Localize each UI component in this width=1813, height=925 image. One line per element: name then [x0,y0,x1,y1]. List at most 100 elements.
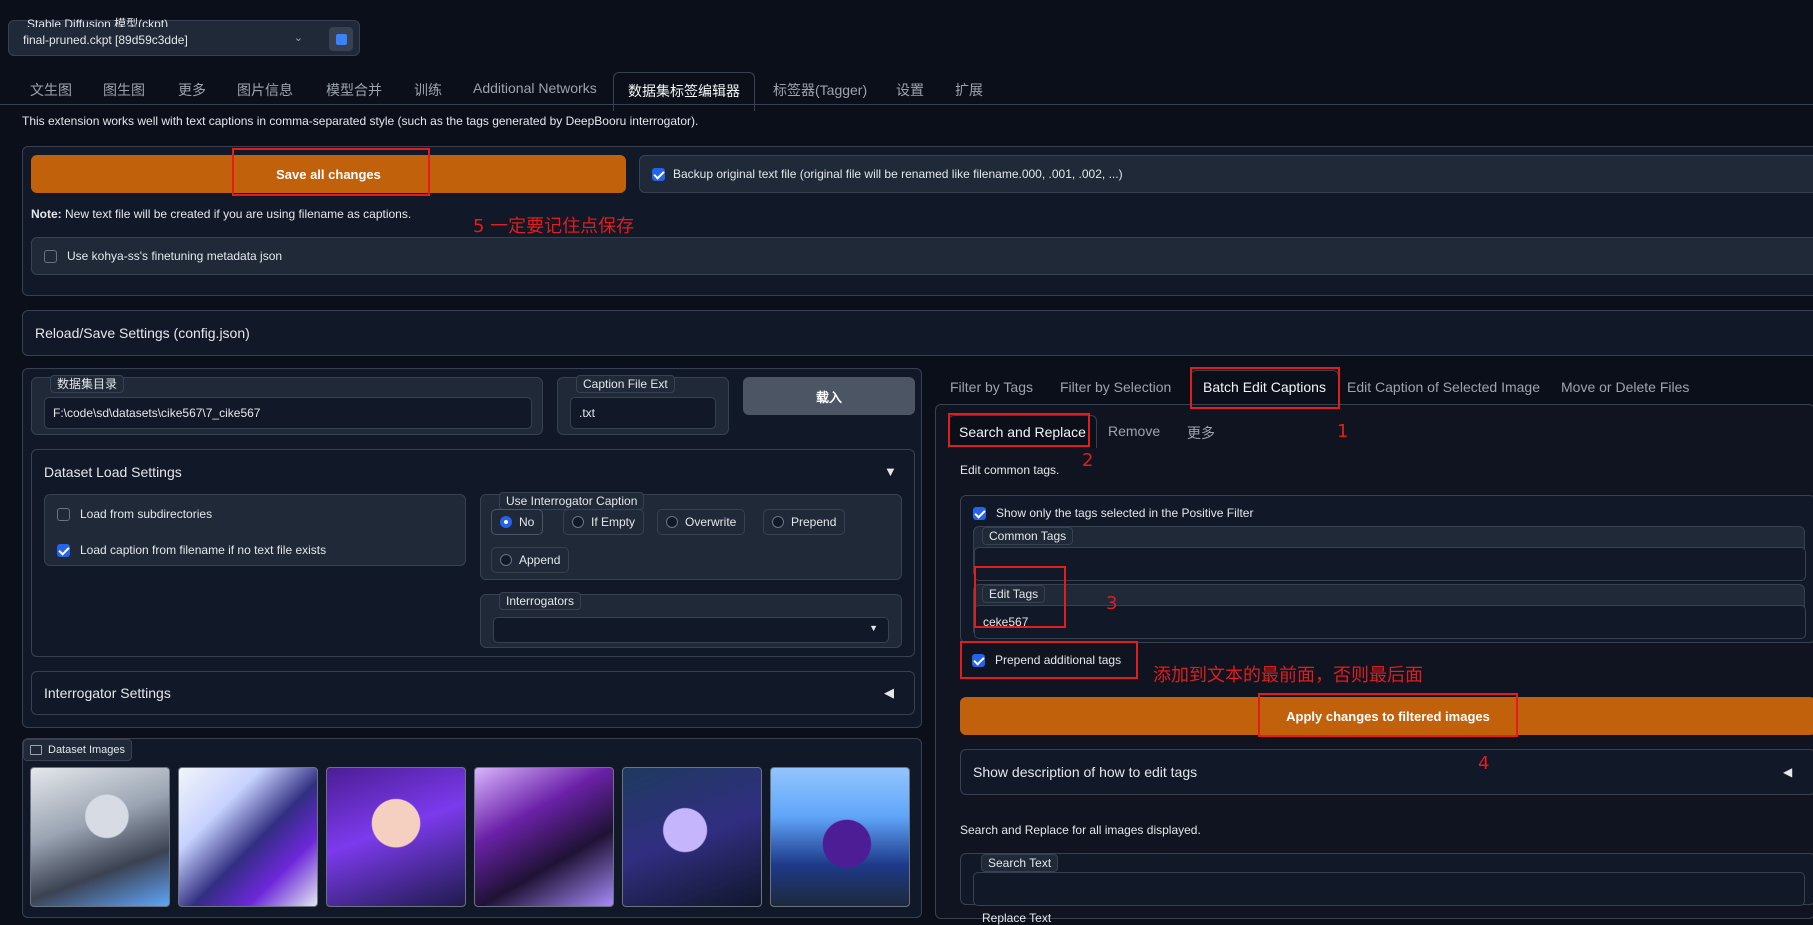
kohya-option[interactable]: Use kohya-ss's finetuning metadata json [31,237,1813,275]
caption-ext-input[interactable]: .txt [570,397,716,429]
main-tab-7[interactable]: 数据集标签编辑器 [613,72,755,111]
main-tab-8[interactable]: 标签器(Tagger) [773,80,867,100]
load-subdirs-option[interactable]: Load from subdirectories [57,507,212,521]
right-tab-filter-selection[interactable]: Filter by Selection [1060,379,1171,395]
radio-overwrite-label: Overwrite [685,515,737,529]
dataset-image-5[interactable] [622,767,762,907]
sub-tab-search-replace[interactable]: Search and Replace [948,415,1097,448]
dataset-images-tag: Dataset Images [23,739,133,761]
image-icon [30,745,42,755]
show-only-option[interactable]: Show only the tags selected in the Posit… [973,506,1253,520]
main-tab-1[interactable]: 图生图 [103,80,145,100]
right-tab-batch-edit[interactable]: Batch Edit Captions [1190,370,1339,405]
radio-prepend[interactable]: Prepend [763,509,846,535]
kohya-checkbox[interactable] [44,249,57,263]
save-all-button[interactable]: Save all changes [31,155,626,193]
dropdown-arrow-icon: ▼ [869,623,878,633]
kohya-label: Use kohya-ss's finetuning metadata json [67,249,283,263]
dataset-image-6[interactable] [770,767,910,907]
right-tab-move-delete[interactable]: Move or Delete Files [1561,379,1689,395]
intro-text: This extension works well with text capt… [22,114,699,128]
search-replace-desc: Search and Replace for all images displa… [960,823,1201,837]
dataset-image-4[interactable] [474,767,614,907]
main-tab-5[interactable]: 训练 [414,80,442,100]
radio-append-label: Append [519,553,561,567]
right-tab-edit-selected[interactable]: Edit Caption of Selected Image [1347,379,1540,395]
radio-overwrite[interactable]: Overwrite [657,509,746,535]
radio-overwrite-dot [666,516,678,528]
left-column: 数据集目录 F:\code\sd\datasets\cike567\7_cike… [22,368,922,728]
common-tags-field: Common Tags [973,526,1806,581]
load-options-box: Load from subdirectories Load caption fr… [44,494,466,566]
collapse-icon[interactable]: ▼ [884,464,897,479]
search-text-label: Search Text [981,854,1059,872]
backup-checkbox[interactable] [652,167,665,181]
radio-no[interactable]: No [491,509,544,535]
annotation-4: 4 [1478,753,1490,774]
radio-if-empty[interactable]: If Empty [563,509,645,535]
main-tab-2[interactable]: 更多 [178,80,206,100]
how-to-edit-accordion[interactable]: Show description of how to edit tags ◀ [960,749,1813,795]
radio-no-dot [500,516,512,528]
prepend-checkbox[interactable] [972,653,985,667]
show-only-checkbox[interactable] [973,506,986,520]
apply-changes-button[interactable]: Apply changes to filtered images [960,697,1813,735]
main-tab-0[interactable]: 文生图 [30,80,72,100]
main-tab-4[interactable]: 模型合并 [326,80,382,100]
interrogators-dropdown[interactable]: ▼ [493,617,889,643]
caption-ext-block: Caption File Ext .txt [557,375,729,435]
note-body: New text file will be created if you are… [61,207,412,221]
model-value: final-pruned.ckpt [89d59c3dde] [23,33,188,47]
load-subdirs-checkbox[interactable] [57,507,70,521]
interrogator-settings-title: Interrogator Settings [44,685,171,701]
interrogators-label: Interrogators [499,592,582,610]
dataset-load-settings: Dataset Load Settings ▼ Load from subdir… [31,449,915,657]
search-text-input[interactable] [973,872,1805,906]
how-to-edit-label: Show description of how to edit tags [973,764,1198,780]
prepend-option[interactable]: Prepend additional tags [972,653,1121,667]
model-dropdown[interactable]: final-pruned.ckpt [89d59c3dde] ⌄ [15,27,313,53]
common-tags-label: Common Tags [982,527,1074,545]
interrogator-settings-accordion[interactable]: Interrogator Settings ◀ [31,671,915,715]
dataset-image-2[interactable] [178,767,318,907]
sub-tab-more[interactable]: 更多 [1187,423,1215,443]
backup-option[interactable]: Backup original text file (original file… [639,155,1813,193]
note-text: Note: New text file will be created if y… [31,207,411,221]
refresh-button[interactable] [329,27,353,51]
edit-tags-input[interactable]: ceke567 [974,605,1806,639]
prepend-label: Prepend additional tags [995,653,1122,667]
dataset-dir-input[interactable]: F:\code\sd\datasets\cike567\7_cike567 [44,397,532,429]
chevron-down-icon: ⌄ [293,32,303,44]
dataset-image-3[interactable] [326,767,466,907]
main-tab-3[interactable]: 图片信息 [237,80,293,100]
caption-ext-label: Caption File Ext [576,375,675,393]
radio-append-dot [500,554,512,566]
common-tags-input[interactable] [974,547,1806,581]
search-text-field: Search Text [960,853,1813,906]
replace-text-label: Replace Text [982,911,1052,925]
load-caption-option[interactable]: Load caption from filename if no text fi… [57,543,326,557]
dataset-image-1[interactable] [30,767,170,907]
sub-tab-remove[interactable]: Remove [1108,423,1160,439]
load-caption-checkbox[interactable] [57,543,70,557]
main-tab-10[interactable]: 扩展 [955,80,983,100]
dataset-dir-label: 数据集目录 [50,375,125,393]
dataset-load-settings-title: Dataset Load Settings [44,464,182,480]
annotation-1: 1 [1337,421,1349,442]
radio-append[interactable]: Append [491,547,570,573]
annotation-prepend-note: 添加到文本的最前面，否则最后面 [1153,665,1423,686]
refresh-icon [335,33,347,45]
radio-if-empty-dot [572,516,584,528]
dataset-images-label: Dataset Images [48,744,126,756]
annotation-3: 3 [1106,593,1118,614]
model-selector-panel: Stable Diffusion 模型(ckpt) final-pruned.c… [8,17,360,56]
show-only-label: Show only the tags selected in the Posit… [996,506,1254,520]
right-tab-filter-tags[interactable]: Filter by Tags [950,379,1033,395]
dataset-dir-block: 数据集目录 F:\code\sd\datasets\cike567\7_cike… [31,375,543,435]
main-tab-9[interactable]: 设置 [896,80,924,100]
reload-settings-accordion[interactable]: Reload/Save Settings (config.json) [22,310,1813,356]
main-tab-6[interactable]: Additional Networks [473,80,597,96]
annotation-5: 5 一定要记住点保存 [473,216,635,237]
load-button[interactable]: 载入 [743,377,915,415]
load-caption-label: Load caption from filename if no text fi… [80,543,327,557]
